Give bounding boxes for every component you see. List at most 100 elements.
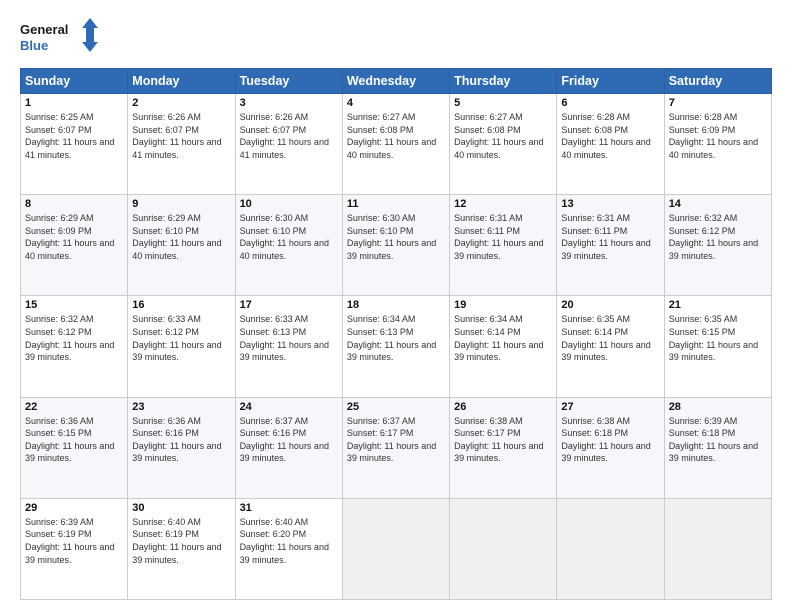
- day-info: Sunrise: 6:34 AM Sunset: 6:13 PM Dayligh…: [347, 313, 445, 363]
- day-number: 28: [669, 401, 767, 413]
- day-info: Sunrise: 6:28 AM Sunset: 6:08 PM Dayligh…: [561, 111, 659, 161]
- day-number: 13: [561, 198, 659, 210]
- calendar-day-cell: 20 Sunrise: 6:35 AM Sunset: 6:14 PM Dayl…: [557, 296, 664, 397]
- day-number: 24: [240, 401, 338, 413]
- day-number: 25: [347, 401, 445, 413]
- day-number: 20: [561, 299, 659, 311]
- day-info: Sunrise: 6:35 AM Sunset: 6:14 PM Dayligh…: [561, 313, 659, 363]
- logo: General Blue: [20, 18, 100, 58]
- calendar-day-cell: [342, 498, 449, 599]
- day-number: 3: [240, 97, 338, 109]
- calendar-day-cell: 12 Sunrise: 6:31 AM Sunset: 6:11 PM Dayl…: [450, 195, 557, 296]
- calendar-day-cell: 10 Sunrise: 6:30 AM Sunset: 6:10 PM Dayl…: [235, 195, 342, 296]
- calendar-day-cell: 25 Sunrise: 6:37 AM Sunset: 6:17 PM Dayl…: [342, 397, 449, 498]
- calendar-table: SundayMondayTuesdayWednesdayThursdayFrid…: [20, 68, 772, 600]
- day-number: 23: [132, 401, 230, 413]
- svg-text:Blue: Blue: [20, 38, 48, 53]
- day-number: 22: [25, 401, 123, 413]
- day-number: 21: [669, 299, 767, 311]
- day-info: Sunrise: 6:33 AM Sunset: 6:13 PM Dayligh…: [240, 313, 338, 363]
- day-number: 29: [25, 502, 123, 514]
- svg-text:General: General: [20, 22, 68, 37]
- calendar-day-cell: 27 Sunrise: 6:38 AM Sunset: 6:18 PM Dayl…: [557, 397, 664, 498]
- calendar-day-header: Sunday: [21, 69, 128, 94]
- calendar-day-cell: 18 Sunrise: 6:34 AM Sunset: 6:13 PM Dayl…: [342, 296, 449, 397]
- calendar-day-cell: 13 Sunrise: 6:31 AM Sunset: 6:11 PM Dayl…: [557, 195, 664, 296]
- day-info: Sunrise: 6:26 AM Sunset: 6:07 PM Dayligh…: [240, 111, 338, 161]
- calendar-day-cell: 3 Sunrise: 6:26 AM Sunset: 6:07 PM Dayli…: [235, 94, 342, 195]
- calendar-day-cell: 14 Sunrise: 6:32 AM Sunset: 6:12 PM Dayl…: [664, 195, 771, 296]
- calendar-day-cell: 9 Sunrise: 6:29 AM Sunset: 6:10 PM Dayli…: [128, 195, 235, 296]
- calendar-day-cell: 29 Sunrise: 6:39 AM Sunset: 6:19 PM Dayl…: [21, 498, 128, 599]
- logo-svg: General Blue: [20, 18, 100, 58]
- day-info: Sunrise: 6:26 AM Sunset: 6:07 PM Dayligh…: [132, 111, 230, 161]
- day-info: Sunrise: 6:37 AM Sunset: 6:17 PM Dayligh…: [347, 415, 445, 465]
- calendar-day-header: Wednesday: [342, 69, 449, 94]
- calendar-day-cell: [557, 498, 664, 599]
- day-info: Sunrise: 6:36 AM Sunset: 6:15 PM Dayligh…: [25, 415, 123, 465]
- day-number: 6: [561, 97, 659, 109]
- day-info: Sunrise: 6:36 AM Sunset: 6:16 PM Dayligh…: [132, 415, 230, 465]
- day-info: Sunrise: 6:34 AM Sunset: 6:14 PM Dayligh…: [454, 313, 552, 363]
- day-number: 17: [240, 299, 338, 311]
- calendar-day-cell: 1 Sunrise: 6:25 AM Sunset: 6:07 PM Dayli…: [21, 94, 128, 195]
- calendar-day-cell: 5 Sunrise: 6:27 AM Sunset: 6:08 PM Dayli…: [450, 94, 557, 195]
- day-number: 7: [669, 97, 767, 109]
- day-info: Sunrise: 6:31 AM Sunset: 6:11 PM Dayligh…: [454, 212, 552, 262]
- day-number: 10: [240, 198, 338, 210]
- day-info: Sunrise: 6:29 AM Sunset: 6:10 PM Dayligh…: [132, 212, 230, 262]
- calendar-day-cell: 19 Sunrise: 6:34 AM Sunset: 6:14 PM Dayl…: [450, 296, 557, 397]
- day-number: 4: [347, 97, 445, 109]
- day-info: Sunrise: 6:33 AM Sunset: 6:12 PM Dayligh…: [132, 313, 230, 363]
- calendar-day-cell: 16 Sunrise: 6:33 AM Sunset: 6:12 PM Dayl…: [128, 296, 235, 397]
- calendar-day-cell: 30 Sunrise: 6:40 AM Sunset: 6:19 PM Dayl…: [128, 498, 235, 599]
- calendar-day-cell: 31 Sunrise: 6:40 AM Sunset: 6:20 PM Dayl…: [235, 498, 342, 599]
- calendar-day-cell: 7 Sunrise: 6:28 AM Sunset: 6:09 PM Dayli…: [664, 94, 771, 195]
- calendar-day-header: Tuesday: [235, 69, 342, 94]
- day-info: Sunrise: 6:30 AM Sunset: 6:10 PM Dayligh…: [240, 212, 338, 262]
- calendar-week-row: 15 Sunrise: 6:32 AM Sunset: 6:12 PM Dayl…: [21, 296, 772, 397]
- calendar-day-cell: 8 Sunrise: 6:29 AM Sunset: 6:09 PM Dayli…: [21, 195, 128, 296]
- day-number: 9: [132, 198, 230, 210]
- day-info: Sunrise: 6:32 AM Sunset: 6:12 PM Dayligh…: [669, 212, 767, 262]
- calendar-day-cell: 17 Sunrise: 6:33 AM Sunset: 6:13 PM Dayl…: [235, 296, 342, 397]
- calendar-week-row: 22 Sunrise: 6:36 AM Sunset: 6:15 PM Dayl…: [21, 397, 772, 498]
- day-number: 5: [454, 97, 552, 109]
- calendar-day-cell: 26 Sunrise: 6:38 AM Sunset: 6:17 PM Dayl…: [450, 397, 557, 498]
- calendar-day-cell: [450, 498, 557, 599]
- day-info: Sunrise: 6:25 AM Sunset: 6:07 PM Dayligh…: [25, 111, 123, 161]
- day-info: Sunrise: 6:40 AM Sunset: 6:19 PM Dayligh…: [132, 516, 230, 566]
- day-info: Sunrise: 6:28 AM Sunset: 6:09 PM Dayligh…: [669, 111, 767, 161]
- day-number: 11: [347, 198, 445, 210]
- calendar-day-header: Friday: [557, 69, 664, 94]
- calendar-week-row: 8 Sunrise: 6:29 AM Sunset: 6:09 PM Dayli…: [21, 195, 772, 296]
- day-number: 8: [25, 198, 123, 210]
- calendar-day-cell: 21 Sunrise: 6:35 AM Sunset: 6:15 PM Dayl…: [664, 296, 771, 397]
- calendar-day-cell: 4 Sunrise: 6:27 AM Sunset: 6:08 PM Dayli…: [342, 94, 449, 195]
- calendar-header-row: SundayMondayTuesdayWednesdayThursdayFrid…: [21, 69, 772, 94]
- day-number: 19: [454, 299, 552, 311]
- day-info: Sunrise: 6:32 AM Sunset: 6:12 PM Dayligh…: [25, 313, 123, 363]
- day-number: 1: [25, 97, 123, 109]
- calendar-day-cell: [664, 498, 771, 599]
- calendar-day-cell: 15 Sunrise: 6:32 AM Sunset: 6:12 PM Dayl…: [21, 296, 128, 397]
- day-info: Sunrise: 6:30 AM Sunset: 6:10 PM Dayligh…: [347, 212, 445, 262]
- day-number: 27: [561, 401, 659, 413]
- calendar-day-cell: 6 Sunrise: 6:28 AM Sunset: 6:08 PM Dayli…: [557, 94, 664, 195]
- day-number: 2: [132, 97, 230, 109]
- calendar-day-cell: 24 Sunrise: 6:37 AM Sunset: 6:16 PM Dayl…: [235, 397, 342, 498]
- calendar-day-cell: 28 Sunrise: 6:39 AM Sunset: 6:18 PM Dayl…: [664, 397, 771, 498]
- calendar-day-cell: 23 Sunrise: 6:36 AM Sunset: 6:16 PM Dayl…: [128, 397, 235, 498]
- day-info: Sunrise: 6:27 AM Sunset: 6:08 PM Dayligh…: [347, 111, 445, 161]
- day-info: Sunrise: 6:31 AM Sunset: 6:11 PM Dayligh…: [561, 212, 659, 262]
- day-info: Sunrise: 6:40 AM Sunset: 6:20 PM Dayligh…: [240, 516, 338, 566]
- day-info: Sunrise: 6:35 AM Sunset: 6:15 PM Dayligh…: [669, 313, 767, 363]
- day-info: Sunrise: 6:38 AM Sunset: 6:18 PM Dayligh…: [561, 415, 659, 465]
- calendar-day-cell: 22 Sunrise: 6:36 AM Sunset: 6:15 PM Dayl…: [21, 397, 128, 498]
- calendar-week-row: 1 Sunrise: 6:25 AM Sunset: 6:07 PM Dayli…: [21, 94, 772, 195]
- day-info: Sunrise: 6:37 AM Sunset: 6:16 PM Dayligh…: [240, 415, 338, 465]
- header: General Blue: [20, 18, 772, 58]
- day-number: 30: [132, 502, 230, 514]
- calendar-day-header: Thursday: [450, 69, 557, 94]
- calendar-day-header: Saturday: [664, 69, 771, 94]
